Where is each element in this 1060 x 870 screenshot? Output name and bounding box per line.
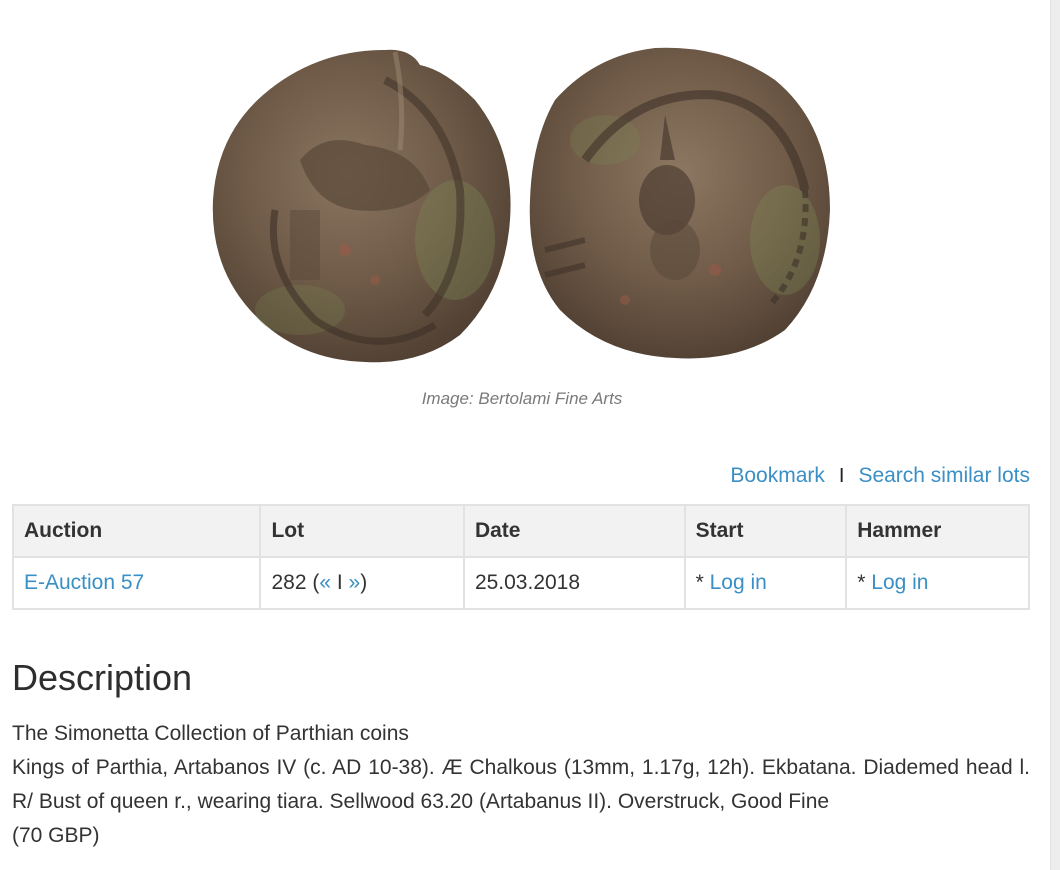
cell-start: * Log in bbox=[683, 556, 848, 610]
start-prefix: * bbox=[695, 571, 710, 594]
table-row: E-Auction 57 282 (« I ») 25.03.2018 * Lo… bbox=[11, 556, 1030, 610]
coin-obverse-icon bbox=[212, 49, 511, 363]
description-heading: Description bbox=[12, 657, 193, 698]
lot-number: 282 ( bbox=[271, 571, 320, 594]
lot-info-table: Auction Lot Date Start Hammer E-Auction … bbox=[11, 504, 1030, 610]
coin-image[interactable] bbox=[205, 40, 845, 370]
bookmark-link[interactable]: Bookmark bbox=[730, 464, 825, 488]
header-hammer: Hammer bbox=[845, 504, 1030, 558]
description-collection: The Simonetta Collection of Parthian coi… bbox=[12, 722, 409, 745]
header-date: Date bbox=[462, 504, 686, 558]
search-similar-lots-link[interactable]: Search similar lots bbox=[858, 464, 1030, 488]
cell-date: 25.03.2018 bbox=[462, 556, 686, 610]
header-lot: Lot bbox=[259, 504, 465, 558]
cell-lot: 282 (« I ») bbox=[259, 556, 465, 610]
image-caption: Image: Bertolami Fine Arts bbox=[421, 389, 623, 408]
start-login-link[interactable]: Log in bbox=[710, 571, 767, 594]
lot-close-paren: ) bbox=[360, 571, 368, 594]
lot-nav-separator: I bbox=[331, 571, 349, 594]
header-start: Start bbox=[683, 504, 848, 558]
auction-link[interactable]: E-Auction 57 bbox=[24, 571, 144, 594]
hammer-login-link[interactable]: Log in bbox=[871, 571, 928, 594]
actions-separator: I bbox=[838, 464, 845, 487]
description-estimate: (70 GBP) bbox=[12, 824, 100, 847]
header-auction: Auction bbox=[11, 504, 262, 558]
cell-auction: E-Auction 57 bbox=[11, 556, 262, 610]
next-lot-link[interactable]: » bbox=[349, 571, 361, 594]
table-header-row: Auction Lot Date Start Hammer bbox=[11, 504, 1030, 558]
scrollbar-track[interactable] bbox=[1050, 0, 1060, 870]
description-body: The Simonetta Collection of Parthian coi… bbox=[12, 717, 1030, 853]
coin-reverse-icon bbox=[529, 47, 830, 359]
coin-image-svg bbox=[212, 47, 830, 363]
description-text: Kings of Parthia, Artabanos IV (c. AD 10… bbox=[12, 756, 1030, 813]
previous-lot-link[interactable]: « bbox=[319, 571, 331, 594]
cell-hammer: * Log in bbox=[845, 556, 1030, 610]
lot-actions: Bookmark I Search similar lots bbox=[730, 464, 1030, 488]
hammer-prefix: * bbox=[857, 571, 872, 594]
